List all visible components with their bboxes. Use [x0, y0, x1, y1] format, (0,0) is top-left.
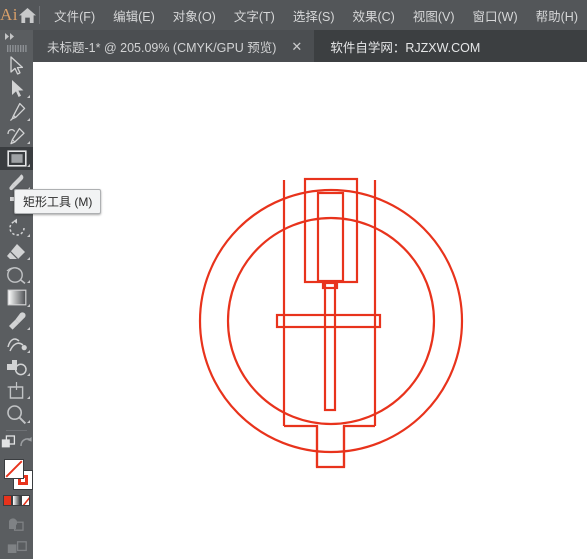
menu-item-select[interactable]: 选择(S)	[284, 3, 344, 28]
close-icon[interactable]: ✕	[288, 40, 305, 53]
flyout-indicator-icon	[27, 303, 30, 307]
menu-item-effect[interactable]: 效果(C)	[343, 3, 403, 28]
swap-arrows-icon[interactable]	[19, 435, 33, 454]
flyout-indicator-icon	[27, 326, 30, 330]
menu-item-window[interactable]: 窗口(W)	[464, 3, 527, 28]
menu-item-object[interactable]: 对象(O)	[164, 3, 225, 28]
blend-tool[interactable]	[0, 333, 33, 356]
home-icon[interactable]	[18, 0, 37, 30]
horizontal-cross-bar	[275, 313, 382, 329]
eraser-tool[interactable]	[0, 240, 33, 263]
document-canvas[interactable]	[33, 62, 587, 559]
menu-items: 文件(F) 编辑(E) 对象(O) 文字(T) 选择(S) 效果(C) 视图(V…	[45, 3, 587, 28]
drawing-mode-icon[interactable]	[0, 536, 33, 559]
flyout-indicator-icon	[27, 349, 30, 353]
color-mode-bar	[0, 494, 33, 507]
fill-stroke-control	[0, 457, 33, 494]
flyout-indicator-icon	[27, 373, 30, 377]
flyout-indicator-icon	[27, 117, 30, 121]
toolbar-divider	[6, 429, 27, 431]
document-tab-label: 未标题-1* @ 205.09% (CMYK/GPU 预览)	[47, 40, 277, 55]
double-chevron-right-icon[interactable]	[0, 30, 33, 42]
flyout-indicator-icon	[27, 396, 30, 400]
narrow-vertical-bar	[323, 281, 337, 412]
tool-tooltip: 矩形工具 (M)	[14, 189, 102, 214]
rectangle-tool[interactable]	[0, 147, 33, 171]
eyedropper-tool[interactable]	[0, 310, 33, 333]
scale-tool[interactable]	[0, 263, 33, 286]
flyout-indicator-icon	[27, 419, 30, 423]
selection-tool[interactable]	[0, 54, 33, 77]
lower-stem-outline	[284, 424, 375, 469]
fill-swatch[interactable]	[4, 458, 24, 479]
none-swatch-icon[interactable]	[21, 495, 30, 507]
outer-top-rect	[303, 177, 359, 284]
menu-item-help[interactable]: 帮助(H)	[527, 3, 587, 28]
inner-top-rect	[316, 191, 345, 283]
shape-builder-tool[interactable]	[0, 356, 33, 379]
direct-selection-tool[interactable]	[0, 77, 33, 100]
watermark-note: 软件自学网：RJZXW.COM	[330, 40, 481, 55]
inner-circle	[226, 216, 436, 426]
flyout-indicator-icon	[27, 280, 30, 284]
menu-item-view[interactable]: 视图(V)	[404, 3, 464, 28]
app-logo: Ai	[0, 5, 18, 24]
flyout-indicator-icon	[27, 94, 30, 98]
toolbar-extra-row	[0, 435, 33, 455]
outer-circle	[198, 188, 464, 454]
overlapping-squares-icon[interactable]	[1, 435, 16, 455]
artboard-tool[interactable]	[0, 379, 33, 402]
illustrator-window: Ai 文件(F) 编辑(E) 对象(O) 文字(T) 选择(S) 效果(C) 视…	[0, 0, 587, 559]
flyout-indicator-icon	[27, 164, 30, 168]
rotate-tool[interactable]	[0, 217, 33, 240]
menu-item-edit[interactable]: 编辑(E)	[104, 3, 164, 28]
gradient-swatch-icon[interactable]	[12, 495, 21, 507]
artwork-vector[interactable]	[33, 62, 587, 559]
document-tab-bar: 未标题-1* @ 205.09% (CMYK/GPU 预览) ✕ 软件自学网：R…	[0, 30, 587, 62]
tools-panel	[0, 30, 33, 559]
menu-item-type[interactable]: 文字(T)	[225, 3, 284, 28]
screen-mode-icon[interactable]	[0, 513, 33, 536]
grip-dots-icon[interactable]	[0, 42, 33, 54]
flyout-indicator-icon	[27, 257, 30, 261]
none-slash-icon	[5, 460, 23, 478]
gradient-tool[interactable]	[0, 286, 33, 309]
flyout-indicator-icon	[27, 233, 30, 237]
curvature-tool[interactable]	[0, 124, 33, 147]
menu-item-file[interactable]: 文件(F)	[45, 3, 104, 28]
document-tab[interactable]: 未标题-1* @ 205.09% (CMYK/GPU 预览) ✕	[33, 30, 315, 62]
color-swatch-icon[interactable]	[3, 495, 12, 507]
flyout-indicator-icon	[27, 141, 30, 144]
pen-tool[interactable]	[0, 101, 33, 124]
zoom-tool[interactable]	[0, 402, 33, 425]
menu-bar: Ai 文件(F) 编辑(E) 对象(O) 文字(T) 选择(S) 效果(C) 视…	[0, 0, 587, 30]
